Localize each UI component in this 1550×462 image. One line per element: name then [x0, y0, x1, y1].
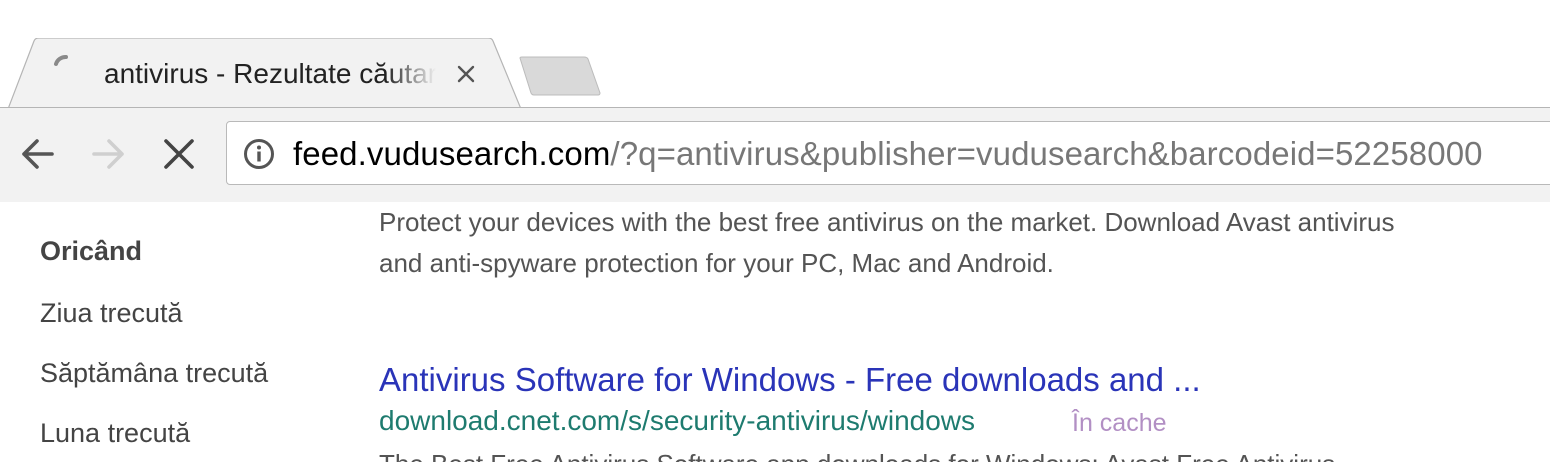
search-results-page: Oricând Ziua trecută Săptămâna trecută L… — [0, 202, 1550, 462]
url-path: /?q=antivirus&publisher=vudusearch&barco… — [610, 135, 1483, 172]
tab-strip: antivirus - Rezultate căutare — [0, 0, 1550, 110]
close-icon[interactable] — [454, 62, 478, 86]
cache-link[interactable]: În cache — [1072, 405, 1167, 441]
time-filter-past-month[interactable]: Luna trecută — [40, 416, 190, 450]
url-host: feed.vudusearch.com — [293, 135, 611, 172]
spinner-icon — [54, 55, 68, 66]
browser-toolbar: feed.vudusearch.com/?q=antivirus&publish… — [0, 107, 1550, 203]
time-filter-past-week[interactable]: Săptămâna trecută — [40, 356, 268, 390]
result-snippet: The Best Free Antivirus Software app dow… — [379, 446, 1335, 462]
address-bar[interactable]: feed.vudusearch.com/?q=antivirus&publish… — [226, 121, 1550, 185]
time-filter-any-time: Oricând — [40, 236, 143, 266]
forward-arrow-icon[interactable] — [88, 134, 128, 174]
result-snippet: and anti-spyware protection for your PC,… — [379, 248, 1054, 278]
tab-title: antivirus - Rezultate căutare — [104, 58, 436, 89]
result-snippet: Protect your devices with the best free … — [379, 207, 1395, 237]
new-tab-icon[interactable] — [518, 56, 602, 96]
result-title-link[interactable]: Antivirus Software for Windows - Free do… — [379, 358, 1201, 402]
back-arrow-icon[interactable] — [18, 134, 58, 174]
result-url: download.cnet.com/s/security-antivirus/w… — [379, 405, 976, 436]
time-filter-past-day[interactable]: Ziua trecută — [40, 296, 183, 330]
info-icon[interactable] — [243, 138, 275, 170]
stop-icon[interactable] — [159, 134, 199, 174]
url-text[interactable]: feed.vudusearch.com/?q=antivirus&publish… — [293, 132, 1483, 176]
